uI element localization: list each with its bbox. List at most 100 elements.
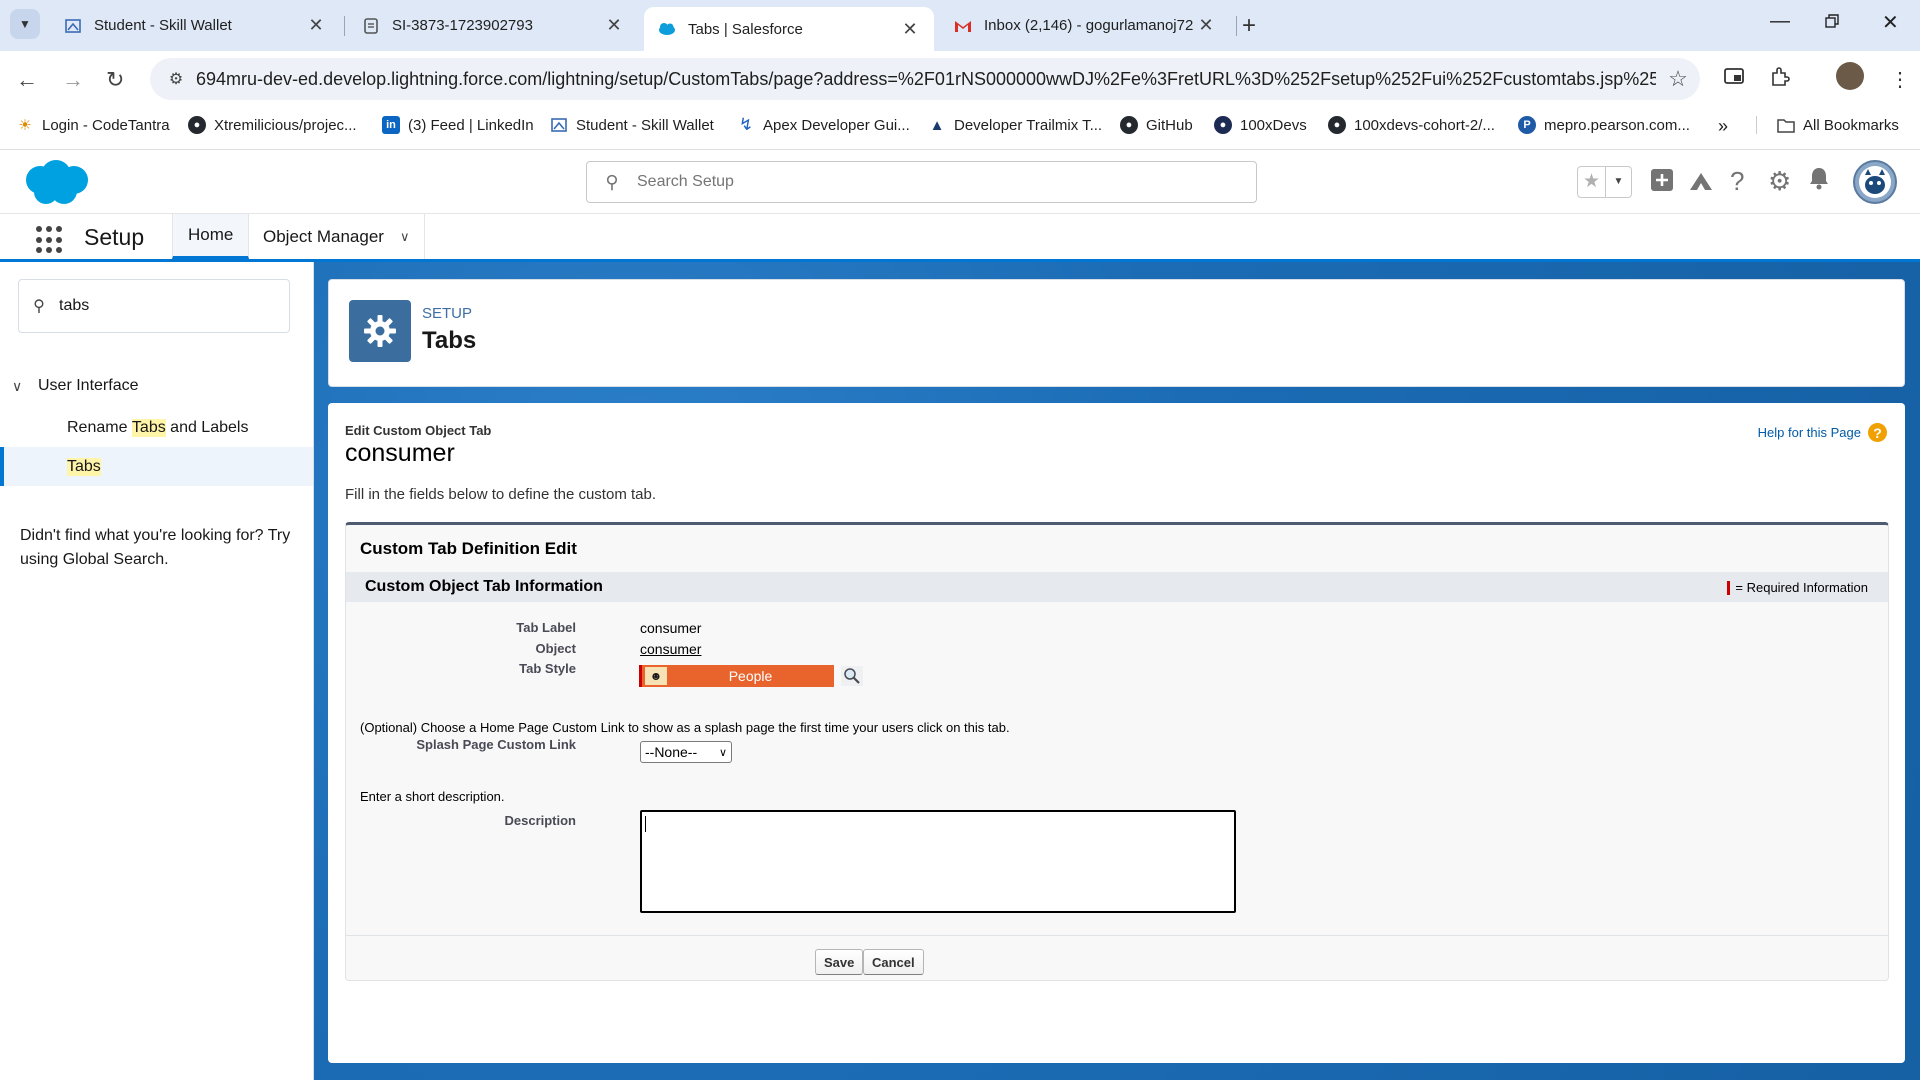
bookmark-label: Developer Trailmix T... [954,116,1103,134]
global-actions-icon[interactable] [1650,168,1674,199]
page-header: SETUP Tabs [328,279,1905,387]
restore-icon[interactable] [1824,12,1840,35]
browser-toolbar: ← → ↻ ⚙ 694mru-dev-ed.develop.lightning.… [0,51,1920,106]
edit-tab-panel: Edit Custom Object Tab consumer Help for… [328,403,1905,1063]
close-icon[interactable]: ✕ [900,19,920,40]
setup-sidebar: ⚲ ∨ User Interface Rename Tabs and Label… [0,262,314,1080]
app-launcher-icon[interactable] [36,226,64,254]
tab-title: Inbox (2,146) - gogurlamanoj72 [984,17,1194,34]
bookmark-label: mepro.pearson.com... [1544,116,1690,134]
profile-avatar[interactable] [1836,62,1864,90]
save-button[interactable]: Save [815,949,864,975]
required-marker [1727,580,1731,595]
help-link[interactable]: Help for this Page ? [1758,423,1887,442]
user-avatar[interactable] [1853,160,1897,204]
reload-icon[interactable]: ↻ [106,67,124,93]
chevron-down-icon: ∨ [718,746,727,759]
bookmark-item[interactable]: ☀ Login - CodeTantra [16,116,169,135]
salesforce-logo[interactable] [20,158,92,212]
tab-title: SI-3873-1723902793 [392,17,533,34]
setup-search[interactable]: ⚲ [586,161,1257,203]
chevron-down-icon[interactable]: ∨ [400,229,410,245]
bookmark-label: Xtremilicious/projec... [214,116,357,134]
bookmark-star-icon[interactable]: ☆ [1656,66,1700,92]
splash-label: Splash Page Custom Link [416,737,576,752]
tab-object-manager-label: Object Manager [263,226,384,246]
text-caret [645,816,646,832]
bookmark-item[interactable]: Student - Skill Wallet [550,116,714,134]
bookmark-item[interactable]: ● 100xDevs [1214,116,1307,134]
tree-item-rename-tabs[interactable]: Rename Tabs and Labels [0,408,313,447]
search-highlight: Tabs [131,418,166,437]
tab-home[interactable]: Home [172,214,250,259]
folder-icon [1777,116,1795,134]
tree-group-user-interface[interactable]: ∨ User Interface [12,377,138,395]
block-title: Custom Tab Definition Edit [360,539,577,558]
description-textarea[interactable] [640,810,1236,913]
linkedin-icon: in [382,116,400,134]
tab-object-manager[interactable]: Object Manager ∨ [248,214,426,259]
object-link[interactable]: consumer [640,641,701,657]
pearson-icon: P [1518,116,1536,134]
help-icon[interactable]: ? [1730,166,1744,197]
lookup-icon[interactable] [841,666,863,686]
extensions-icon[interactable] [1770,67,1790,93]
close-icon[interactable]: ✕ [306,15,326,36]
quick-find[interactable]: ⚲ [18,279,290,333]
bookmark-item[interactable]: P mepro.pearson.com... [1518,116,1690,134]
tab-title: Tabs | Salesforce [688,20,803,38]
browser-tab-strip: ▼ Student - Skill Wallet ✕ SI-3873-17239… [0,0,1920,51]
bookmark-item[interactable]: ▲ Developer Trailmix T... [928,116,1103,134]
object-label: Object [535,641,576,656]
url-text[interactable]: 694mru-dev-ed.develop.lightning.force.co… [196,69,1656,90]
setup-gear-icon[interactable]: ⚙ [1768,166,1791,197]
more-menu-icon[interactable]: ⋮ [1890,67,1910,92]
splash-note: (Optional) Choose a Home Page Custom Lin… [360,720,1010,735]
close-icon[interactable]: ✕ [604,15,624,36]
browser-tab[interactable]: SI-3873-1723902793 ✕ [348,7,638,44]
setup-search-input[interactable] [637,173,1256,191]
browser-tab[interactable]: Inbox (2,146) - gogurlamanoj72 ✕ [940,7,1230,44]
bookmark-item[interactable]: ● Xtremilicious/projec... [188,116,357,134]
cast-icon[interactable] [1724,67,1744,91]
github-icon: ● [1328,116,1346,134]
all-bookmarks-folder[interactable]: All Bookmarks [1756,116,1899,134]
splash-select[interactable]: --None-- ∨ [640,741,732,763]
forward-icon[interactable]: → [62,67,84,93]
close-window-icon[interactable]: ✕ [1882,10,1899,35]
close-icon[interactable]: ✕ [1196,15,1216,36]
notifications-bell-icon[interactable] [1808,166,1830,197]
tree-item-label: Rename [67,418,132,436]
app-name: Setup [84,224,145,250]
tab-search-button[interactable]: ▼ [10,9,40,39]
salesforce-cloud-icon [658,20,676,38]
browser-tab[interactable]: Student - Skill Wallet ✕ [50,7,340,44]
bookmark-item[interactable]: in (3) Feed | LinkedIn [382,116,534,134]
browser-tab-active[interactable]: Tabs | Salesforce ✕ [644,7,934,51]
address-bar[interactable]: ⚙ 694mru-dev-ed.develop.lightning.force.… [150,58,1700,100]
more-bookmarks-icon[interactable]: » [1718,116,1728,137]
trailhead-guidance-icon[interactable] [1688,170,1714,199]
cancel-button[interactable]: Cancel [863,949,924,975]
setup-gear-icon [349,300,411,362]
bookmark-item[interactable]: ● GitHub [1120,116,1193,134]
edit-eyebrow: Edit Custom Object Tab [345,423,492,438]
tab-definition-block: Custom Tab Definition Edit Custom Object… [345,522,1889,981]
100xdevs-icon: ● [1214,116,1232,134]
bookmark-item[interactable]: ● 100xdevs-cohort-2/... [1328,116,1495,134]
tree-item-tabs[interactable]: Tabs [0,447,313,486]
object-value: consumer [640,641,701,657]
bookmark-label: All Bookmarks [1803,116,1899,134]
bookmark-item[interactable]: ↯ Apex Developer Gui... [737,115,910,134]
favorite-star-icon[interactable]: ★ [1578,167,1605,197]
bookmarks-bar: ☀ Login - CodeTantra ● Xtremilicious/pro… [0,106,1920,150]
tab-style-swatch[interactable]: ☻ People [639,665,834,687]
site-settings-icon[interactable]: ⚙ [156,69,196,89]
favorites-list-chevron-icon[interactable]: ▼ [1605,167,1631,197]
back-icon[interactable]: ← [16,67,38,93]
minimize-icon[interactable]: — [1770,10,1790,33]
quick-find-input[interactable] [59,297,289,315]
new-tab-button[interactable]: + [1242,12,1256,40]
page-title: Tabs [422,327,477,354]
block-footer-divider [346,935,1888,936]
